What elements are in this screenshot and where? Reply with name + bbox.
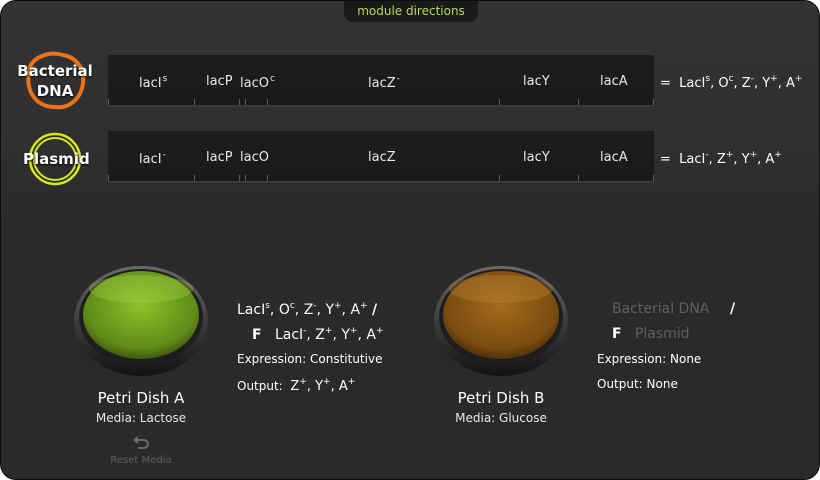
- gene-lacp[interactable]: lacP: [206, 150, 233, 165]
- petri-dish-b[interactable]: [431, 259, 571, 379]
- dish-b-expression: Expression: None: [597, 352, 702, 366]
- segment-divider: [499, 99, 500, 105]
- segment-divider: [653, 99, 654, 105]
- petri-dish-a[interactable]: [71, 259, 211, 379]
- segment-divider: [245, 175, 246, 181]
- dna-panel: [1, 1, 819, 244]
- badge-blob-icon: [26, 51, 86, 110]
- bacterial-dna-result: = LacIs, Oc, Z-, Y+, A+: [660, 74, 803, 91]
- dish-b-media: Media: Glucose: [455, 411, 547, 425]
- gene-lacp[interactable]: lacP: [206, 74, 233, 89]
- undo-icon: [133, 436, 149, 449]
- dish-a-genotype-line1: LacIs, Oc, Z-, Y+, A+ /: [237, 301, 378, 318]
- segment-divider: [245, 99, 246, 105]
- dish-a-expression: Expression: Constitutive: [237, 352, 383, 366]
- gene-lacy[interactable]: lacY: [523, 74, 550, 89]
- dish-b-output: Output: None: [597, 377, 678, 391]
- dish-a-name: Petri Dish A: [97, 389, 185, 407]
- gene-laco[interactable]: lacO: [240, 150, 269, 165]
- segment-divider: [239, 175, 240, 181]
- gene-lacz[interactable]: lacZ: [368, 150, 396, 165]
- segment-divider: [108, 99, 109, 105]
- gene-lacz[interactable]: lacZ-: [368, 74, 400, 91]
- badge-label: Plasmid: [23, 150, 90, 168]
- badge-line-2: DNA: [36, 82, 74, 100]
- gene-laco[interactable]: lacOc: [240, 74, 275, 91]
- segment-divider: [194, 99, 195, 105]
- bacterial-dna-badge: Bacterial DNA: [15, 49, 95, 111]
- dish-a-media: Media: Lactose: [95, 411, 187, 425]
- segment-divider: [194, 175, 195, 181]
- segment-divider: [108, 175, 109, 181]
- segment-divider: [653, 175, 654, 181]
- gene-lacy[interactable]: lacY: [523, 150, 550, 165]
- gene-laca[interactable]: lacA: [600, 74, 628, 89]
- dish-a-genotype-line2: F LacI-, Z+, Y+, A+: [252, 326, 384, 343]
- dish-b-name: Petri Dish B: [457, 389, 545, 407]
- reset-media-label: Reset Media: [110, 455, 172, 466]
- gene-laci[interactable]: lacIs: [139, 74, 167, 91]
- segment-divider: [578, 99, 579, 105]
- app-window: module directions Bacterial DNA Plasmid …: [0, 0, 820, 480]
- dish-b-genotype-line2: F Plasmid: [612, 326, 690, 342]
- gene-laci[interactable]: lacI-: [139, 150, 166, 167]
- reset-media-button[interactable]: Reset Media: [101, 435, 181, 471]
- plasmid-result: = LacI-, Z+, Y+, A+: [660, 150, 782, 167]
- badge-line-1: Bacterial: [17, 62, 93, 80]
- dish-a-output: Output: Z+, Y+, A+: [237, 377, 356, 394]
- gene-laca[interactable]: lacA: [600, 150, 628, 165]
- dish-b-slash: /: [730, 301, 736, 317]
- module-directions-tab[interactable]: module directions: [344, 1, 478, 22]
- segment-divider: [267, 99, 268, 105]
- segment-divider: [578, 175, 579, 181]
- segment-divider: [267, 175, 268, 181]
- segment-divider: [499, 175, 500, 181]
- plasmid-badge: Plasmid: [23, 131, 90, 187]
- dish-b-genotype-line1: Bacterial DNA: [612, 301, 710, 317]
- segment-divider: [239, 99, 240, 105]
